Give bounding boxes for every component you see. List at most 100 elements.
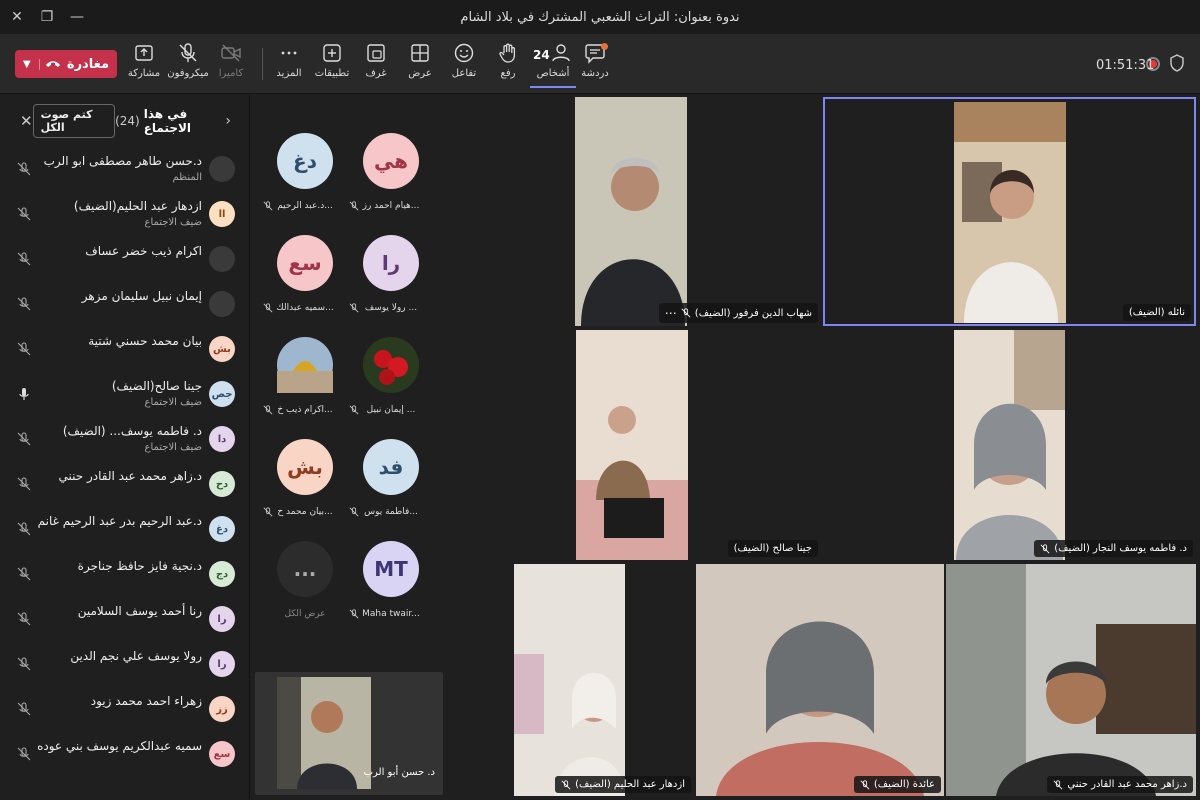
mic-off-icon[interactable] [16, 656, 32, 672]
video-tile-aida[interactable]: عائدة (الضيف) [696, 564, 944, 796]
video-label: ازدهار عبد الحليم (الضيف) [555, 776, 691, 793]
participant-row[interactable]: د.حسن طاهر مصطفى ابو الرب المنظم [0, 147, 249, 191]
chevron-down-icon[interactable]: ▼ [23, 58, 40, 70]
gallery-name: اكرام ذيب خ... [277, 405, 333, 415]
meeting-timer: 01:51:31 [1096, 58, 1155, 73]
pinned-name: د. حسن أبو الرب [363, 767, 435, 778]
participant-name: ازدهار عبد الحليم(الضيف) [73, 199, 202, 213]
mic-off-icon[interactable] [16, 476, 32, 492]
gallery-tile[interactable]: بش بيان محمد ح... [263, 439, 345, 529]
participant-row[interactable]: بيان محمد حسني شتية بش [0, 327, 249, 371]
mic-off-icon[interactable] [16, 296, 32, 312]
mic-off-icon[interactable] [16, 566, 32, 582]
video-tile-shihab[interactable]: ⋯ شهاب الدين فرفور (الضيف) [447, 97, 821, 326]
participant-row[interactable]: سميه عبدالكريم يوسف بني عوده سع [0, 732, 249, 776]
people-button[interactable]: 24 أشخاص [530, 42, 576, 88]
participant-row[interactable]: د.عبد الرحيم بدر عبد الرحيم غانم دغ [0, 507, 249, 551]
gallery-name: سميه عبدالك... [276, 303, 334, 313]
close-window-icon[interactable]: ✕ [0, 0, 34, 34]
participant-row[interactable]: إيمان نبيل سليمان مزهر [0, 282, 249, 326]
participant-name: د. فاطمه يوسف... (الضيف) [62, 424, 202, 438]
mic-button[interactable]: ميكروفون [165, 42, 211, 88]
participant-row[interactable]: د. فاطمه يوسف... (الضيف) ضيف الاجتماع دا [0, 417, 249, 461]
pinned-video-tile[interactable]: د. حسن أبو الرب [255, 672, 443, 795]
mic-off-icon[interactable] [16, 251, 32, 267]
restore-window-icon[interactable]: ❐ [30, 0, 64, 34]
participants-heading[interactable]: (24) في هذا الاجتماع › [115, 107, 231, 135]
avatar [209, 291, 235, 317]
mute-all-button[interactable]: كتم صوت الكل [32, 104, 116, 138]
chat-label: دردشة [581, 68, 609, 79]
participant-role: المنظم [172, 172, 202, 183]
mic-off-icon[interactable] [16, 431, 32, 447]
mic-on-icon[interactable] [16, 386, 32, 402]
close-panel-icon[interactable]: ✕ [20, 112, 33, 130]
hang-up-icon [46, 61, 61, 67]
avatar-photo [277, 337, 333, 393]
participants-count: (24) [115, 114, 140, 128]
mic-off-icon[interactable] [16, 161, 32, 177]
share-button[interactable]: مشاركة [121, 42, 167, 88]
participant-row[interactable]: د.نجية فايز حافظ جناجرة دج [0, 552, 249, 596]
gallery-tile[interactable]: دغ د.عبد الرحيم... [263, 133, 345, 223]
video-tile-fatima[interactable]: د. فاطمه يوسف النجار (الضيف) [823, 330, 1196, 560]
participant-row[interactable]: زهراء احمد محمد زيود زز [0, 687, 249, 731]
participant-row[interactable]: رنا أحمد يوسف السلامين را [0, 597, 249, 641]
gallery-tile[interactable]: MT Maha twair... [349, 541, 431, 631]
video-tile-izdihar[interactable]: ازدهار عبد الحليم (الضيف) [447, 564, 694, 796]
more-button[interactable]: المزيد [266, 42, 312, 88]
mic-off-icon[interactable] [16, 746, 32, 762]
view-all-tile[interactable]: ... عرض الكل [265, 541, 345, 631]
avatar: دح [209, 471, 235, 497]
video-tile-zaher[interactable]: د.زاهر محمد عبد القادر حنني [946, 564, 1196, 796]
camera-button[interactable]: كاميرا [208, 42, 254, 88]
gallery-tile[interactable]: سع سميه عبدالك... [263, 235, 345, 325]
avatar: جص [209, 381, 235, 407]
gallery-tile[interactable]: اكرام ذيب خ... [263, 337, 345, 427]
gallery-name: فاطمة يوس... [364, 507, 418, 517]
apps-button[interactable]: تطبيقات [309, 42, 355, 88]
chat-button[interactable]: دردشة [572, 42, 618, 88]
gallery-tile[interactable]: إيمان نبيل ... [349, 337, 431, 427]
gallery-tile[interactable]: هي هيام احمد رز... [349, 133, 431, 223]
video-label: د.زاهر محمد عبد القادر حنني [1047, 776, 1193, 793]
mic-off-icon [860, 779, 870, 789]
gallery-tile[interactable]: فد فاطمة يوس... [349, 439, 431, 529]
video-tile-gina[interactable]: جينا صالح (الضيف) [447, 330, 821, 560]
person-icon [552, 44, 570, 62]
mic-off-icon [1040, 543, 1050, 553]
participant-row[interactable]: رولا يوسف علي نجم الدين را [0, 642, 249, 686]
mic-off-icon[interactable] [16, 341, 32, 357]
participant-name: د.حسن طاهر مصطفى ابو الرب [43, 154, 202, 168]
participant-row[interactable]: اكرام ذيب خضر عساف [0, 237, 249, 281]
video-label: جينا صالح (الضيف) [727, 540, 818, 557]
mic-off-icon[interactable] [16, 521, 32, 537]
participant-name: بيان محمد حسني شتية [88, 334, 202, 348]
leave-button[interactable]: ▼ مغادرة [15, 50, 117, 78]
smiley-icon [454, 43, 474, 63]
participant-row[interactable]: د.زاهر محمد عبد القادر حنني دح [0, 462, 249, 506]
view-button[interactable]: عرض [397, 42, 443, 88]
apps-label: تطبيقات [314, 68, 350, 79]
raise-hand-button[interactable]: رفع [485, 42, 531, 88]
chevron-right-icon: › [225, 113, 231, 129]
mic-off-icon[interactable] [16, 611, 32, 627]
participant-row[interactable]: ازدهار عبد الحليم(الضيف) ضيف الاجتماع اا [0, 192, 249, 236]
participant-row[interactable]: جينا صالح(الضيف) ضيف الاجتماع جص [0, 372, 249, 416]
minimize-window-icon[interactable]: — [60, 0, 94, 34]
gallery-name: هيام احمد رز... [362, 201, 420, 211]
react-label: تفاعل [451, 68, 477, 79]
react-button[interactable]: تفاعل [441, 42, 487, 88]
video-tile-nailah[interactable]: نائله (الضيف) [823, 97, 1196, 326]
rooms-button[interactable]: غرف [353, 42, 399, 88]
gallery-name: إيمان نبيل ... [366, 405, 416, 415]
mic-off-icon [681, 308, 691, 318]
people-count: 24 [533, 48, 550, 62]
more-icon[interactable]: ⋯ [665, 306, 677, 320]
mic-off-icon[interactable] [16, 701, 32, 717]
shield-icon[interactable] [1170, 54, 1184, 76]
participant-role: ضيف الاجتماع [144, 442, 202, 453]
pinned-video [277, 677, 371, 789]
gallery-tile[interactable]: را رولا يوسف ... [349, 235, 431, 325]
mic-off-icon[interactable] [16, 206, 32, 222]
